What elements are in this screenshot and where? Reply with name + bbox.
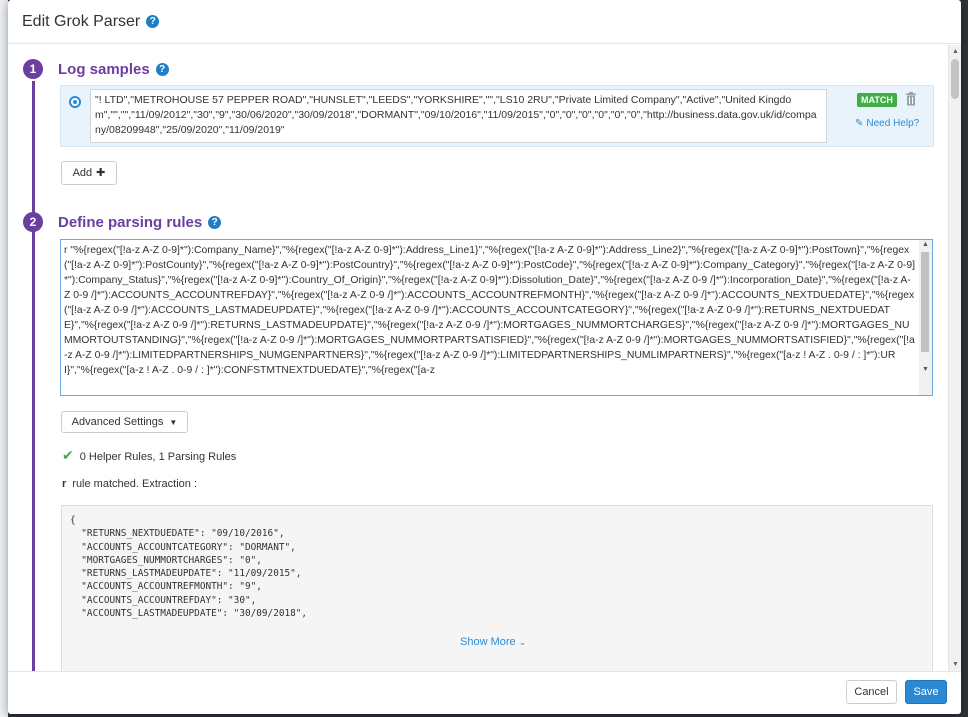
chevron-down-icon: ⌄ [518, 637, 527, 647]
add-sample-button[interactable]: Add ✚ [61, 161, 117, 185]
scroll-down-icon[interactable]: ▼ [922, 366, 929, 373]
rule-matched-line: r rule matched. Extraction : [62, 478, 197, 490]
step-2-title-text: Define parsing rules [58, 214, 203, 231]
parsing-rules-text[interactable]: r "%{regex("[!a-z A-Z 0-9]*"):Company_Na… [64, 243, 916, 393]
modal-body: 1 Log samples? "! LTD","METROHOUSE 57 PE… [8, 45, 948, 671]
modal-footer: Cancel Save [8, 671, 961, 714]
step-2-title: Define parsing rules? [58, 214, 222, 231]
log-sample-input[interactable]: "! LTD","METROHOUSE 57 PEPPER ROAD","HUN… [90, 89, 827, 143]
extraction-json: { "RETURNS_NEXTDUEDATE": "09/10/2016", "… [70, 515, 308, 620]
need-help-label: Need Help? [866, 118, 920, 129]
extraction-output: { "RETURNS_NEXTDUEDATE": "09/10/2016", "… [61, 505, 933, 671]
page-backdrop [0, 0, 8, 717]
trash-icon[interactable] [905, 92, 917, 106]
step-1-badge: 1 [23, 59, 43, 79]
check-icon: ✔ [62, 447, 74, 463]
rules-scroll-thumb[interactable] [921, 252, 929, 352]
show-more-link[interactable]: Show More ⌄ [460, 636, 526, 648]
edit-grok-parser-modal: Edit Grok Parser? 1 Log samples? "! LTD"… [8, 0, 961, 714]
plus-icon: ✚ [96, 167, 106, 179]
save-button[interactable]: Save [905, 680, 947, 704]
rules-summary: ✔ 0 Helper Rules, 1 Parsing Rules [62, 447, 236, 464]
log-sample-row: "! LTD","METROHOUSE 57 PEPPER ROAD","HUN… [60, 85, 934, 147]
question-circle-icon[interactable]: ? [208, 216, 222, 229]
modal-title-text: Edit Grok Parser [22, 13, 141, 30]
magic-wand-icon: ✎ [855, 118, 864, 129]
steps-timeline [32, 81, 35, 671]
scroll-down-icon[interactable]: ▼ [952, 661, 959, 668]
modal-scrollbar[interactable]: ▲ ▼ [948, 45, 961, 671]
step-1-title-text: Log samples [58, 61, 150, 78]
step-1-title: Log samples? [58, 61, 169, 78]
step-2-badge: 2 [23, 212, 43, 232]
show-more-label: Show More [460, 636, 516, 648]
rule-matched-text: rule matched. Extraction : [72, 478, 198, 490]
advanced-settings-label: Advanced Settings [71, 416, 164, 428]
sample-select-radio[interactable] [69, 96, 81, 108]
scroll-up-icon[interactable]: ▲ [922, 241, 929, 248]
match-badge: MATCH [857, 93, 897, 107]
modal-header: Edit Grok Parser? [8, 0, 961, 44]
need-help-link[interactable]: ✎ Need Help? [855, 118, 919, 129]
modal-title: Edit Grok Parser? [22, 13, 160, 31]
rules-summary-text: 0 Helper Rules, 1 Parsing Rules [79, 451, 237, 463]
rules-scrollbar[interactable]: ▲ ▼ [919, 240, 932, 395]
caret-down-icon: ▼ [169, 418, 178, 427]
advanced-settings-button[interactable]: Advanced Settings ▼ [61, 411, 188, 433]
modal-scroll-thumb[interactable] [951, 59, 959, 99]
parsing-rules-editor[interactable]: r "%{regex("[!a-z A-Z 0-9]*"):Company_Na… [60, 239, 933, 396]
rule-name: r [62, 478, 67, 490]
question-circle-icon[interactable]: ? [146, 15, 160, 28]
cancel-button[interactable]: Cancel [846, 680, 897, 704]
add-sample-label: Add [72, 167, 93, 179]
question-circle-icon[interactable]: ? [155, 63, 169, 76]
scroll-up-icon[interactable]: ▲ [952, 48, 959, 55]
